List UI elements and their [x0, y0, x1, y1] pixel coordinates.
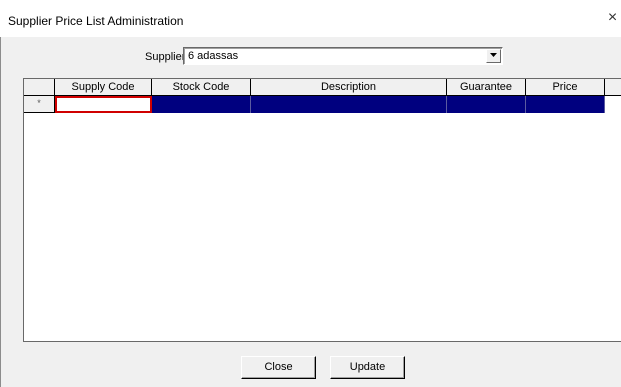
- stock-code-cell[interactable]: [152, 96, 251, 113]
- column-header-stock-code[interactable]: Stock Code: [152, 79, 251, 96]
- chevron-down-icon: [490, 53, 497, 57]
- dialog-window: Supplier Price List Administration × Sup…: [0, 0, 621, 387]
- guarantee-cell[interactable]: [447, 96, 526, 113]
- description-cell[interactable]: [251, 96, 447, 113]
- price-cell[interactable]: [526, 96, 605, 113]
- supplier-dropdown[interactable]: 6 adassas: [183, 47, 503, 65]
- supplier-label: Supplier: [145, 51, 186, 63]
- window-title: Supplier Price List Administration: [8, 14, 184, 28]
- column-header-supply-code[interactable]: Supply Code: [55, 79, 152, 96]
- dropdown-button[interactable]: [486, 49, 501, 63]
- window-border: [0, 37, 1, 387]
- close-button[interactable]: Close: [241, 356, 316, 379]
- grid-corner-header: [24, 79, 55, 96]
- column-header-guarantee[interactable]: Guarantee: [447, 79, 526, 96]
- price-list-grid[interactable]: Supply Code Stock Code Description Guara…: [23, 78, 621, 342]
- title-bar: Supplier Price List Administration ×: [0, 0, 621, 37]
- new-row-marker[interactable]: *: [24, 96, 55, 113]
- column-header-filler: [605, 79, 621, 96]
- update-button[interactable]: Update: [330, 356, 405, 379]
- supply-code-cell[interactable]: [55, 96, 152, 113]
- column-header-price[interactable]: Price: [526, 79, 605, 96]
- supplier-selected-value: 6 adassas: [188, 50, 239, 62]
- column-header-description[interactable]: Description: [251, 79, 447, 96]
- close-icon[interactable]: ×: [604, 9, 621, 26]
